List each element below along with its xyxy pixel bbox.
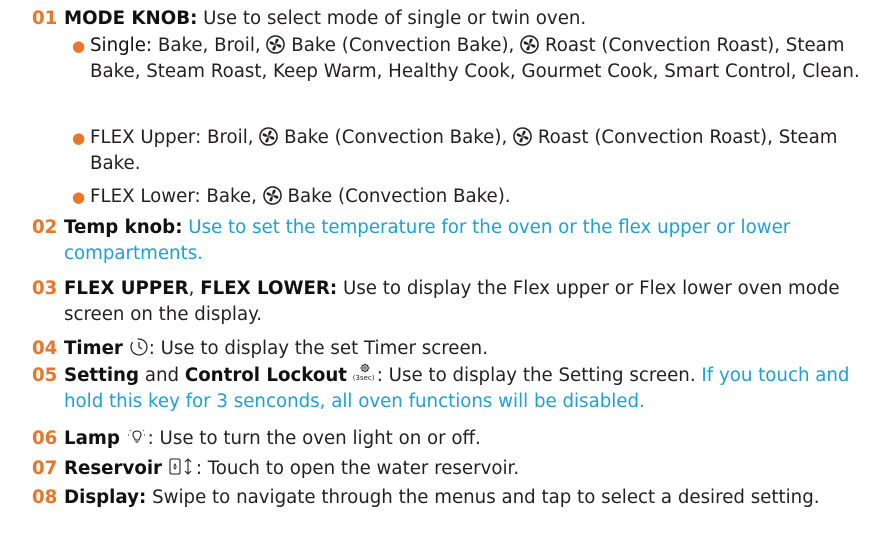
- item-title: Timer: [64, 338, 123, 359]
- item-04: 04 Timer : Use to display the set Timer …: [32, 336, 872, 362]
- lamp-bulb-icon: [127, 429, 146, 443]
- item-number: 01: [32, 8, 58, 29]
- item-title: Lamp: [64, 428, 120, 449]
- item-05: 05 Setting and Control Lockout (3sec) : …: [32, 363, 872, 415]
- timer-clock-icon: [130, 338, 148, 356]
- sub-item-single: ● Single: Bake, Broil, Bake (Convection …: [72, 33, 860, 85]
- item-title: MODE KNOB: [64, 8, 191, 29]
- sub-text: Bake, Broil,: [157, 35, 261, 56]
- item-text: : Touch to open the water reservoir.: [195, 458, 520, 479]
- convection-fan-icon: [259, 127, 278, 146]
- item-03: 03 FLEX UPPER, FLEX LOWER: Use to displa…: [32, 276, 872, 328]
- item-08: 08 Display: Swipe to navigate through th…: [32, 485, 872, 511]
- item-07: 07 Reservoir : Touch to open the water r…: [32, 456, 872, 482]
- item-number: 06: [32, 428, 58, 449]
- title-separator: :: [190, 8, 198, 29]
- item-06: 06 Lamp : Use to turn the oven light on …: [32, 426, 872, 452]
- sub-text: Bake (Convection Bake),: [291, 35, 515, 56]
- sub-label: FLEX Upper:: [90, 127, 202, 148]
- sub-text: Bake (Convection Bake).: [287, 186, 511, 207]
- sub-label: Single:: [90, 35, 153, 56]
- convection-fan-icon: [513, 127, 532, 146]
- title-separator: :: [138, 487, 147, 508]
- item-text: : Use to display the set Timer screen.: [148, 338, 488, 359]
- item-number: 02: [32, 217, 58, 238]
- item-number: 05: [32, 365, 58, 386]
- item-title: Reservoir: [64, 458, 163, 479]
- item-01: 01 MODE KNOB: Use to select mode of sing…: [32, 6, 872, 32]
- convection-fan-icon: [263, 186, 282, 205]
- item-text: : Use to display the Setting screen.: [376, 365, 696, 386]
- sub-item-flex-upper: ● FLEX Upper: Broil, Bake (Convection Ba…: [72, 125, 860, 177]
- icon-caption: (3sec): [352, 374, 375, 382]
- title-joiner: and: [144, 365, 180, 386]
- sub-text: Bake (Convection Bake),: [284, 127, 508, 148]
- item-number: 08: [32, 487, 58, 508]
- sub-label: FLEX Lower:: [90, 186, 201, 207]
- sub-text: Broil,: [207, 127, 254, 148]
- item-number: 03: [32, 278, 58, 299]
- item-02: 02 Temp knob: Use to set the temperature…: [32, 215, 872, 267]
- title-joiner: ,: [188, 278, 195, 299]
- sub-text: Bake,: [206, 186, 257, 207]
- item-number: 07: [32, 458, 58, 479]
- item-title-2: FLEX LOWER:: [200, 278, 338, 299]
- bullet: ●: [72, 37, 86, 55]
- item-title: Display: [64, 487, 139, 508]
- bullet: ●: [72, 129, 86, 147]
- convection-fan-icon: [266, 35, 285, 54]
- sub-item-flex-lower: ● FLEX Lower: Bake, Bake (Convection Bak…: [72, 184, 860, 210]
- item-title-2: Control Lockout: [184, 365, 347, 386]
- item-text: Use to select mode of single or twin ove…: [203, 8, 587, 29]
- control-panel-description: 01 MODE KNOB: Use to select mode of sing…: [0, 0, 879, 539]
- convection-fan-icon: [520, 35, 539, 54]
- gear-lock-icon: (3sec): [353, 363, 377, 383]
- item-number: 04: [32, 338, 58, 359]
- title-separator: :: [175, 217, 183, 238]
- item-text: Swipe to navigate through the menus and …: [152, 487, 820, 508]
- item-title: Temp knob: [64, 217, 176, 238]
- bullet: ●: [72, 188, 86, 206]
- item-title: Setting: [64, 365, 140, 386]
- item-title: FLEX UPPER: [64, 278, 189, 299]
- reservoir-icon: [169, 458, 192, 475]
- item-text: : Use to turn the oven light on or off.: [147, 428, 481, 449]
